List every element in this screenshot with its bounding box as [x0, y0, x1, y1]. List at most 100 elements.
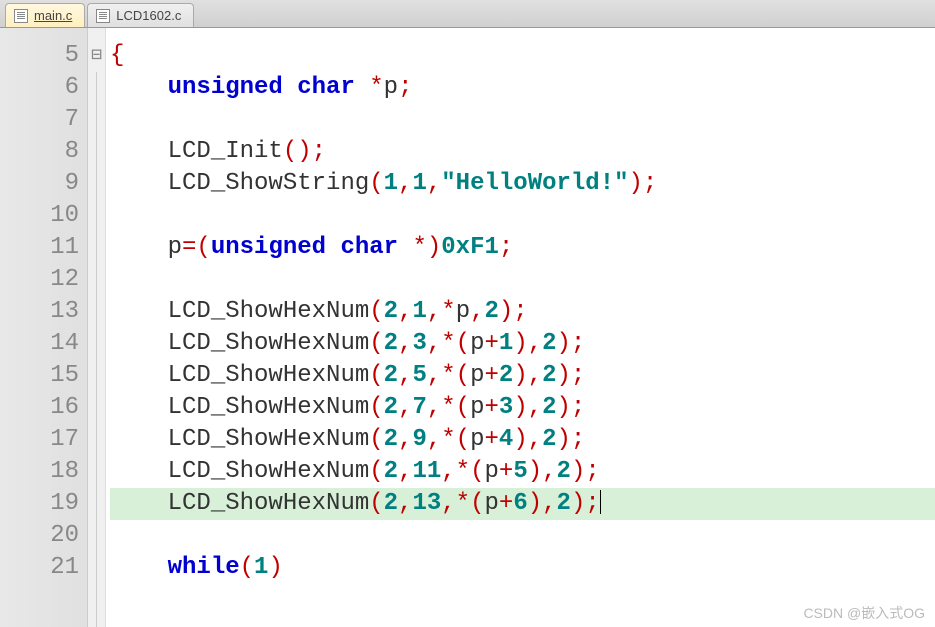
code-token: (	[369, 458, 383, 485]
line-number: 21	[0, 552, 87, 584]
code-token: 5	[513, 458, 527, 485]
code-token: =(	[182, 234, 211, 261]
code-line[interactable]: LCD_ShowHexNum(2,13,*(p+6),2);	[110, 488, 935, 520]
code-token: +	[499, 490, 513, 517]
code-line[interactable]: unsigned char *p;	[110, 72, 935, 104]
code-line[interactable]: {	[110, 40, 935, 72]
code-token: LCD_ShowHexNum	[110, 298, 369, 325]
code-token: );	[629, 170, 658, 197]
code-token: 1	[412, 170, 426, 197]
line-number: 12	[0, 264, 87, 296]
fold-marker[interactable]: ⊟	[88, 40, 105, 72]
line-number: 11	[0, 232, 87, 264]
code-line[interactable]: LCD_ShowHexNum(2,9,*(p+4),2);	[110, 424, 935, 456]
code-token: ),	[513, 362, 542, 389]
code-line[interactable]: p=(unsigned char *)0xF1;	[110, 232, 935, 264]
code-token: 9	[412, 426, 426, 453]
code-token: (	[369, 298, 383, 325]
line-number: 17	[0, 424, 87, 456]
code-token: p	[470, 394, 484, 421]
code-token: +	[485, 426, 499, 453]
code-token: char	[297, 74, 355, 101]
code-token: 2	[557, 490, 571, 517]
code-token: 2	[499, 362, 513, 389]
code-token: ,	[398, 330, 412, 357]
code-token: p	[470, 426, 484, 453]
code-token: ,*(	[427, 394, 470, 421]
tab-main-c[interactable]: main.c	[5, 3, 85, 27]
code-line[interactable]: LCD_ShowHexNum(2,7,*(p+3),2);	[110, 392, 935, 424]
code-token: LCD_Init	[110, 138, 283, 165]
code-token: 13	[412, 490, 441, 517]
code-token: char	[340, 234, 398, 261]
code-token: ,*(	[427, 426, 470, 453]
line-number: 9	[0, 168, 87, 200]
code-line[interactable]: LCD_ShowHexNum(2,1,*p,2);	[110, 296, 935, 328]
code-token: p	[456, 298, 470, 325]
line-number: 10	[0, 200, 87, 232]
file-icon	[96, 9, 110, 23]
code-token: 2	[542, 426, 556, 453]
code-token	[110, 74, 168, 101]
code-line[interactable]: LCD_Init();	[110, 136, 935, 168]
code-token: );	[571, 490, 600, 517]
code-token: )	[268, 554, 282, 581]
code-token: );	[557, 362, 586, 389]
code-token: 2	[557, 458, 571, 485]
line-number: 5	[0, 40, 87, 72]
code-token: 1	[412, 298, 426, 325]
tab-bar: main.c LCD1602.c	[0, 0, 935, 28]
code-line[interactable]	[110, 200, 935, 232]
code-token: unsigned	[168, 74, 283, 101]
code-line[interactable]: while(1)	[110, 552, 935, 584]
code-token: 2	[542, 362, 556, 389]
watermark: CSDN @嵌入式OG	[803, 603, 925, 623]
line-number-gutter: 56789101112131415161718192021	[0, 28, 88, 627]
code-line[interactable]	[110, 520, 935, 552]
code-token: +	[485, 362, 499, 389]
code-token: 7	[412, 394, 426, 421]
code-line[interactable]: LCD_ShowHexNum(2,11,*(p+5),2);	[110, 456, 935, 488]
code-token: *	[369, 74, 383, 101]
editor-area: 56789101112131415161718192021 ⊟ { unsign…	[0, 28, 935, 627]
code-token: 2	[384, 330, 398, 357]
line-number: 16	[0, 392, 87, 424]
line-number: 6	[0, 72, 87, 104]
code-token: 6	[513, 490, 527, 517]
code-area[interactable]: { unsigned char *p; LCD_Init(); LCD_Show…	[106, 28, 935, 627]
code-token: );	[499, 298, 528, 325]
code-token: ,	[398, 490, 412, 517]
code-token: ,*(	[427, 362, 470, 389]
code-token: 1	[254, 554, 268, 581]
code-line[interactable]: LCD_ShowString(1,1,"HelloWorld!");	[110, 168, 935, 200]
code-token	[326, 234, 340, 261]
code-line[interactable]	[110, 104, 935, 136]
code-token: ,	[427, 170, 441, 197]
tab-label: main.c	[34, 8, 72, 23]
code-token: ,*	[427, 298, 456, 325]
code-token: ;	[398, 74, 412, 101]
code-token: );	[557, 426, 586, 453]
code-line[interactable]: LCD_ShowHexNum(2,5,*(p+2),2);	[110, 360, 935, 392]
code-token: );	[557, 330, 586, 357]
code-token: LCD_ShowHexNum	[110, 394, 369, 421]
code-token: ;	[499, 234, 513, 261]
code-token: ,*(	[427, 330, 470, 357]
code-token: ),	[528, 458, 557, 485]
code-token: p	[384, 74, 398, 101]
line-number: 14	[0, 328, 87, 360]
code-token: p	[485, 458, 499, 485]
code-token: ,	[398, 362, 412, 389]
text-cursor	[600, 490, 601, 514]
line-number: 13	[0, 296, 87, 328]
code-token: ),	[513, 426, 542, 453]
code-token: ,	[398, 458, 412, 485]
code-token: 2	[384, 490, 398, 517]
line-number: 20	[0, 520, 87, 552]
code-token: 11	[412, 458, 441, 485]
code-line[interactable]: LCD_ShowHexNum(2,3,*(p+1),2);	[110, 328, 935, 360]
tab-lcd1602-c[interactable]: LCD1602.c	[87, 3, 194, 27]
line-number: 7	[0, 104, 87, 136]
code-line[interactable]	[110, 264, 935, 296]
code-token: 2	[542, 394, 556, 421]
